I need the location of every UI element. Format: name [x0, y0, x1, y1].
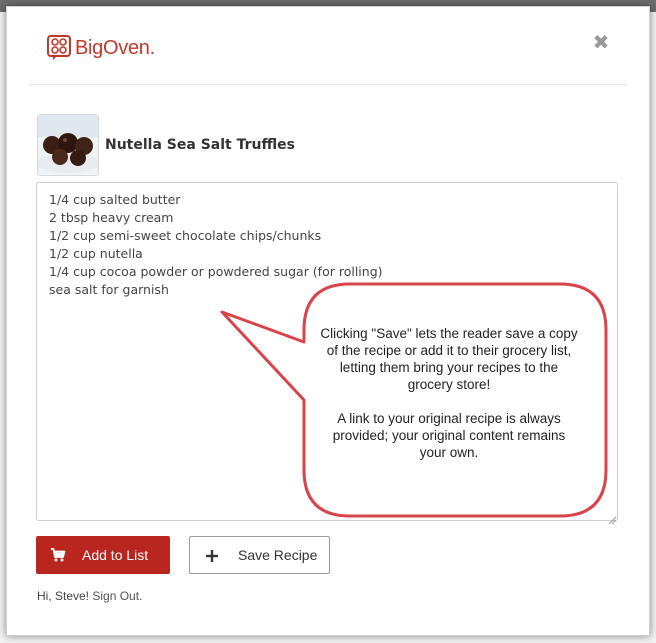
brand-name: BigOven.: [75, 36, 155, 59]
add-to-list-label: Add to List: [82, 547, 149, 563]
add-to-list-button[interactable]: Add to List: [36, 536, 170, 574]
recipe-title: Nutella Sea Salt Truffles: [105, 137, 295, 153]
sign-out-link[interactable]: Sign Out.: [92, 589, 142, 603]
recipe-thumbnail: [37, 114, 99, 176]
modal-header: BigOven. ✖: [7, 7, 649, 85]
plus-icon: [206, 549, 218, 562]
callout-paragraph-2: A link to your original recipe is always…: [332, 411, 566, 460]
callout-paragraph-1: Clicking "Save" lets the reader save a c…: [320, 326, 578, 392]
callout-text: Clicking "Save" lets the reader save a c…: [318, 325, 580, 475]
header-divider: [29, 84, 627, 85]
save-recipe-modal: BigOven. ✖ Nutella Sea Salt Truffles 1/4…: [6, 6, 650, 636]
greeting-text: Hi, Steve!: [37, 589, 90, 603]
bigoven-logo-icon: [47, 35, 71, 61]
shopping-cart-icon: [50, 547, 66, 563]
save-recipe-label: Save Recipe: [238, 547, 318, 563]
resize-handle-icon[interactable]: [607, 510, 617, 525]
save-recipe-button[interactable]: Save Recipe: [189, 536, 330, 574]
user-greeting: Hi, Steve! Sign Out.: [37, 589, 142, 603]
recipe-header: Nutella Sea Salt Truffles: [37, 114, 295, 176]
bigoven-logo: BigOven.: [47, 35, 155, 61]
close-icon[interactable]: ✖: [591, 32, 611, 52]
